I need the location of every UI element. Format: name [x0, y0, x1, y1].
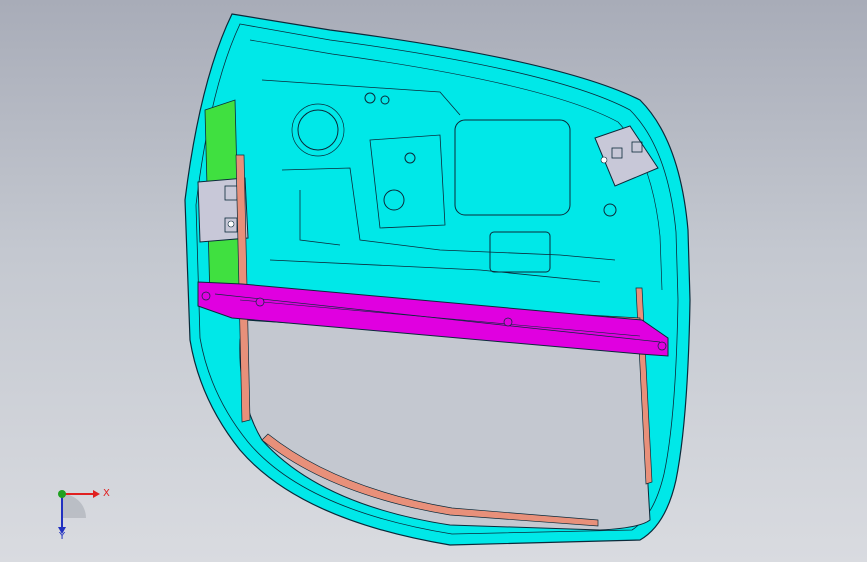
cad-viewport[interactable]: X Y [0, 0, 867, 562]
triad-y-axis [58, 490, 66, 498]
door-model[interactable] [0, 0, 867, 562]
triad-y-label: Y [59, 531, 66, 542]
triad-x-label: X [103, 488, 110, 499]
coordinate-triad: X Y [40, 478, 120, 548]
